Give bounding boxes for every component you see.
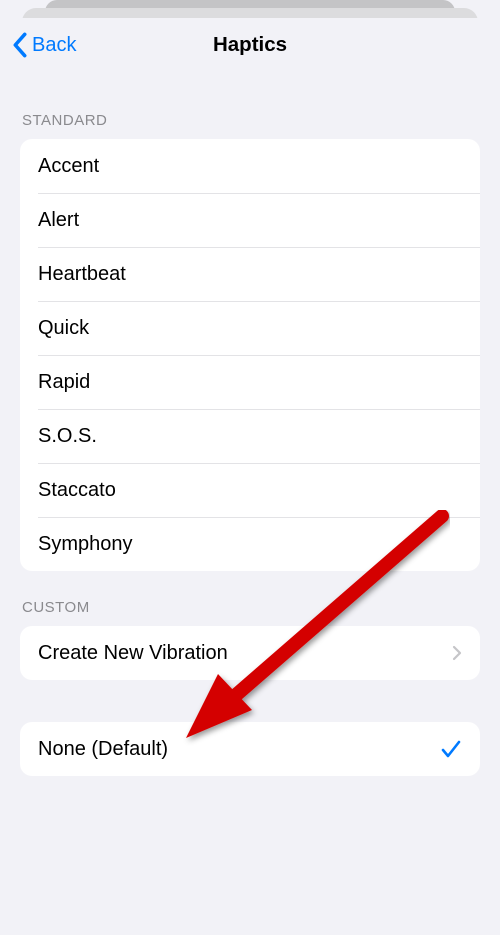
haptic-option-symphony[interactable]: Symphony bbox=[20, 517, 480, 571]
back-label: Back bbox=[32, 34, 76, 57]
standard-group: Accent Alert Heartbeat Quick Rapid S.O.S… bbox=[20, 139, 480, 571]
row-label: Create New Vibration bbox=[38, 642, 228, 665]
row-label: S.O.S. bbox=[38, 425, 97, 448]
row-label: Staccato bbox=[38, 479, 116, 502]
row-label: Heartbeat bbox=[38, 263, 126, 286]
chevron-left-icon bbox=[12, 32, 28, 58]
nav-bar: Back Haptics bbox=[2, 18, 498, 72]
haptic-option-staccato[interactable]: Staccato bbox=[20, 463, 480, 517]
row-label: Quick bbox=[38, 317, 89, 340]
row-label: None (Default) bbox=[38, 738, 168, 761]
haptic-option-accent[interactable]: Accent bbox=[20, 139, 480, 193]
chevron-right-icon bbox=[452, 645, 462, 661]
settings-sheet: Back Haptics STANDARD Accent Alert Heart… bbox=[2, 18, 498, 935]
section-header-custom: CUSTOM bbox=[20, 571, 480, 626]
back-button[interactable]: Back bbox=[12, 32, 76, 58]
haptic-option-sos[interactable]: S.O.S. bbox=[20, 409, 480, 463]
content-area: STANDARD Accent Alert Heartbeat Quick Ra… bbox=[2, 72, 498, 776]
haptic-option-rapid[interactable]: Rapid bbox=[20, 355, 480, 409]
row-label: Accent bbox=[38, 155, 99, 178]
section-header-standard: STANDARD bbox=[20, 72, 480, 139]
haptic-option-heartbeat[interactable]: Heartbeat bbox=[20, 247, 480, 301]
row-label: Alert bbox=[38, 209, 79, 232]
row-label: Rapid bbox=[38, 371, 90, 394]
spacer bbox=[20, 680, 480, 722]
checkmark-icon bbox=[440, 739, 462, 759]
none-group: None (Default) bbox=[20, 722, 480, 776]
custom-group: Create New Vibration bbox=[20, 626, 480, 680]
haptic-option-alert[interactable]: Alert bbox=[20, 193, 480, 247]
haptic-option-none[interactable]: None (Default) bbox=[20, 722, 480, 776]
create-new-vibration-row[interactable]: Create New Vibration bbox=[20, 626, 480, 680]
haptic-option-quick[interactable]: Quick bbox=[20, 301, 480, 355]
row-label: Symphony bbox=[38, 533, 133, 556]
